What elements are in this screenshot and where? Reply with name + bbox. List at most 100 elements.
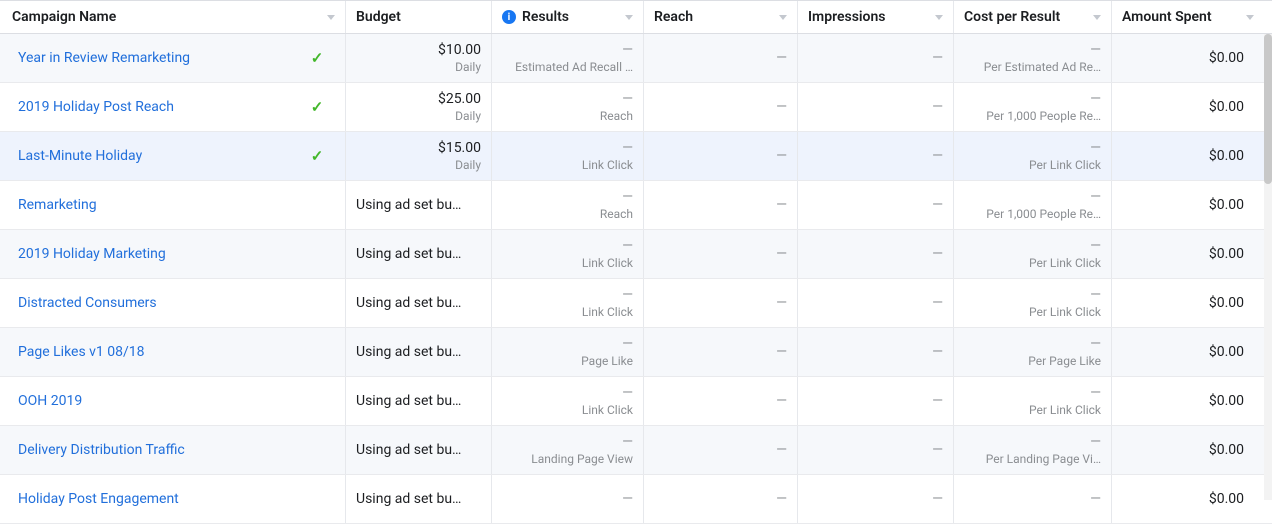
reach-value: —	[776, 393, 787, 409]
cell-amount-spent: $0.00	[1112, 132, 1264, 180]
results-value: —	[622, 140, 633, 156]
table-row[interactable]: 2019 Holiday Post Reach✓$25.00Daily—Reac…	[0, 83, 1272, 132]
cell-cost-per-result: —Per Link Click	[954, 377, 1112, 425]
impressions-value: —	[932, 197, 943, 213]
cell-results: — Link Click	[492, 230, 644, 278]
table-row[interactable]: Distracted Consumers Using ad set bu… — Lin…	[0, 279, 1272, 328]
amount-spent-value: $0.00	[1209, 99, 1244, 115]
budget-value: Using ad set bu…	[356, 295, 461, 311]
campaign-name-link[interactable]: Holiday Post Engagement	[18, 491, 179, 507]
cpr-sublabel: Per 1,000 People Re…	[986, 109, 1101, 123]
cell-impressions: —	[798, 328, 954, 376]
campaign-name-link[interactable]: Remarketing	[18, 197, 97, 213]
campaign-name-link[interactable]: Delivery Distribution Traffic	[18, 442, 185, 458]
header-label: Amount Spent	[1122, 9, 1240, 25]
results-sublabel: Estimated Ad Recall …	[515, 60, 633, 74]
cpr-sublabel: Per Link Click	[1029, 256, 1101, 270]
cpr-sublabel: Per 1,000 People Re…	[986, 207, 1101, 221]
cell-results: —Link Click	[492, 132, 644, 180]
table-row[interactable]: 2019 Holiday MarketingUsing ad set bu…—L…	[0, 230, 1272, 279]
cell-reach: —	[644, 181, 798, 229]
cell-cost-per-result: —Per Estimated Ad Re…	[954, 34, 1112, 82]
impressions-value: —	[932, 50, 943, 66]
sort-caret-icon	[625, 15, 633, 20]
cell-cost-per-result: — Per Link Click	[954, 132, 1112, 180]
cpr-value: —	[1090, 42, 1101, 58]
cell-impressions: —	[798, 181, 954, 229]
cell-impressions: —	[798, 377, 954, 425]
sort-caret-icon	[327, 15, 335, 20]
cell-amount-spent: $0.00	[1112, 328, 1264, 376]
budget-value: $10.00	[438, 42, 481, 58]
info-icon[interactable]: i	[502, 10, 516, 24]
reach-value: —	[776, 50, 787, 66]
cell-cost-per-result: —Per Link Click	[954, 230, 1112, 278]
results-sublabel: Page Like	[581, 354, 633, 368]
cpr-sublabel: Per Landing Page Vi…	[986, 452, 1101, 466]
results-sublabel: Reach	[600, 207, 633, 221]
cell-reach: —	[644, 34, 798, 82]
campaign-name-link[interactable]: 2019 Holiday Post Reach	[18, 99, 174, 115]
campaign-name-link[interactable]: Distracted Consumers	[18, 295, 157, 311]
cell-reach: —	[644, 377, 798, 425]
cell-impressions: —	[798, 279, 954, 327]
cell-budget: Using ad set bu…	[346, 328, 492, 376]
results-sublabel: Link Click	[582, 256, 633, 270]
cell-campaign-name: Holiday Post Engagement	[0, 475, 346, 523]
campaign-name-link[interactable]: Page Likes v1 08/18	[18, 344, 145, 360]
results-sublabel: Link Click	[582, 305, 633, 319]
vertical-scrollbar[interactable]	[1264, 34, 1272, 500]
results-value: —	[622, 336, 633, 352]
cpr-sublabel: Per Link Click	[1029, 158, 1101, 172]
cell-campaign-name: 2019 Holiday Marketing	[0, 230, 346, 278]
amount-spent-value: $0.00	[1209, 148, 1244, 164]
header-budget[interactable]: Budget	[346, 1, 492, 33]
cell-impressions: —	[798, 230, 954, 278]
table-row[interactable]: Delivery Distribution TrafficUsing ad se…	[0, 426, 1272, 475]
campaign-name-link[interactable]: Year in Review Remarketing	[18, 50, 190, 66]
amount-spent-value: $0.00	[1209, 246, 1244, 262]
header-results[interactable]: i Results	[492, 1, 644, 33]
cell-amount-spent: $0.00	[1112, 34, 1264, 82]
sort-caret-icon	[1246, 15, 1254, 20]
campaign-name-link[interactable]: OOH 2019	[18, 393, 82, 409]
cell-impressions: —	[798, 34, 954, 82]
budget-value: Using ad set bu…	[356, 393, 461, 409]
table-row[interactable]: Last-Minute Holiday✓$15.00Daily—Link Cli…	[0, 132, 1272, 181]
cell-budget: $10.00Daily	[346, 34, 492, 82]
cell-results: —Reach	[492, 83, 644, 131]
header-campaign-name[interactable]: Campaign Name	[0, 1, 346, 33]
table-row[interactable]: Year in Review Remarketing✓$10.00Daily—E…	[0, 34, 1272, 83]
cell-results: —Landing Page View	[492, 426, 644, 474]
impressions-value: —	[932, 295, 943, 311]
budget-value: $25.00	[438, 91, 481, 107]
cpr-value: —	[1090, 491, 1101, 507]
table-row[interactable]: OOH 2019Using ad set bu…—Link Click———Pe…	[0, 377, 1272, 426]
cell-amount-spent: $0.00	[1112, 377, 1264, 425]
cell-cost-per-result: —	[954, 475, 1112, 523]
results-value: —	[622, 491, 633, 507]
header-reach[interactable]: Reach	[644, 1, 798, 33]
campaign-name-link[interactable]: 2019 Holiday Marketing	[18, 246, 166, 262]
cell-reach: —	[644, 132, 798, 180]
header-cost-per-result[interactable]: Cost per Result	[954, 1, 1112, 33]
cell-budget: $15.00Daily	[346, 132, 492, 180]
results-value: —	[622, 238, 633, 254]
sort-caret-icon	[779, 15, 787, 20]
cpr-value: —	[1090, 140, 1101, 156]
header-label: Campaign Name	[12, 9, 321, 25]
reach-value: —	[776, 491, 787, 507]
header-impressions[interactable]: Impressions	[798, 1, 954, 33]
reach-value: —	[776, 99, 787, 115]
table-row[interactable]: RemarketingUsing ad set bu…—Reach———Per …	[0, 181, 1272, 230]
campaign-name-link[interactable]: Last-Minute Holiday	[18, 148, 142, 164]
campaigns-table: Campaign Name Budget i Results Reach Imp…	[0, 0, 1272, 524]
results-value: —	[622, 434, 633, 450]
cell-amount-spent: $0.00	[1112, 83, 1264, 131]
header-amount-spent[interactable]: Amount Spent	[1112, 1, 1264, 33]
results-value: —	[622, 91, 633, 107]
cpr-value: —	[1090, 434, 1101, 450]
cell-amount-spent: $0.00	[1112, 181, 1264, 229]
scrollbar-thumb[interactable]	[1264, 34, 1272, 184]
table-row[interactable]: Page Likes v1 08/18 Using ad set bu… — Page…	[0, 328, 1272, 377]
